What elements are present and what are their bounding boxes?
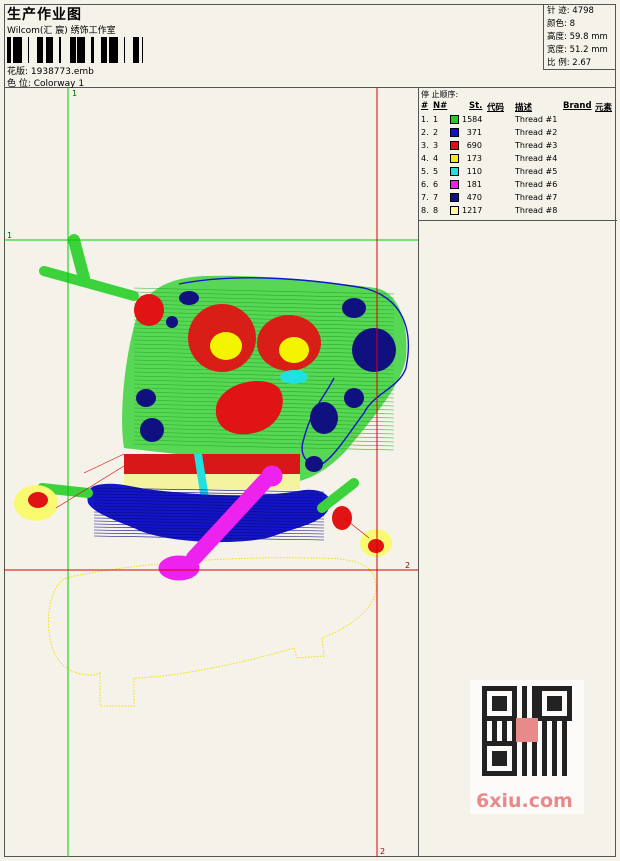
thread-stitches: 1584 xyxy=(462,115,483,124)
thread-stitches: 470 xyxy=(466,193,482,202)
thread-index: 6. xyxy=(421,180,429,189)
thread-row: 1. 1 1584 Thread #1 xyxy=(419,115,617,128)
thread-row: 4. 4 173 Thread #4 xyxy=(419,154,617,167)
thread-index: 2. xyxy=(421,128,429,137)
qr-watermark: 6xiu.com xyxy=(470,680,584,814)
thread-color-swatch xyxy=(450,128,459,137)
thread-color-swatch xyxy=(450,193,459,202)
thread-number: 3 xyxy=(433,141,439,150)
guide-marker-top: 1 xyxy=(72,89,77,98)
thread-number: 8 xyxy=(433,206,439,215)
thread-index: 4. xyxy=(421,154,429,163)
thread-description: Thread #8 xyxy=(515,206,558,215)
thread-description: Thread #6 xyxy=(515,180,558,189)
stat-height: 高度: 59.8 mm xyxy=(547,32,608,42)
col-header-number: N# xyxy=(433,101,448,111)
company-name: Wilcom(汇 宸) 绣饰工作室 xyxy=(7,26,116,36)
thread-stitches: 173 xyxy=(466,154,482,163)
stats-box: 针 迹: 4798 颜色: 8 高度: 59.8 mm 宽度: 51.2 mm … xyxy=(543,4,616,70)
thread-description: Thread #7 xyxy=(515,193,558,202)
thread-stitches: 371 xyxy=(466,128,482,137)
thread-index: 5. xyxy=(421,167,429,176)
thread-description: Thread #5 xyxy=(515,167,558,176)
guide-marker-left: 1 xyxy=(7,231,12,240)
thread-description: Thread #2 xyxy=(515,128,558,137)
thread-number: 2 xyxy=(433,128,439,137)
thread-number: 1 xyxy=(433,115,439,124)
thread-row: 3. 3 690 Thread #3 xyxy=(419,141,617,154)
barcode xyxy=(7,37,143,63)
col-header-element: 元素 xyxy=(595,103,613,113)
stop-sequence-title: 停 止顺序: xyxy=(421,90,459,99)
thread-table: 停 止顺序: # N# St. 代码 描述 Brand 元素 1. 1 1584 Th… xyxy=(419,88,617,221)
thread-number: 6 xyxy=(433,180,439,189)
thread-index: 8. xyxy=(421,206,429,215)
thread-description: Thread #1 xyxy=(515,115,558,124)
thread-description: Thread #3 xyxy=(515,141,558,150)
thread-description: Thread #4 xyxy=(515,154,558,163)
thread-row: 5. 5 110 Thread #5 xyxy=(419,167,617,180)
stat-stitches: 针 迹: 4798 xyxy=(547,6,594,16)
stat-scale: 比 例: 2.67 xyxy=(547,58,592,68)
thread-number: 5 xyxy=(433,167,439,176)
page-title: 生产作业图 xyxy=(7,7,82,23)
thread-stitches: 1217 xyxy=(462,206,483,215)
stat-width: 宽度: 51.2 mm xyxy=(547,45,608,55)
thread-stitches: 690 xyxy=(466,141,482,150)
thread-row: 7. 7 470 Thread #7 xyxy=(419,193,617,206)
guide-marker-right: 2 xyxy=(405,561,410,570)
header: 生产作业图 Wilcom(汇 宸) 绣饰工作室 花版: 1938773.emb … xyxy=(4,4,616,89)
design-outline-yellow xyxy=(48,557,377,707)
guide-marker-bottom: 2 xyxy=(380,847,385,856)
col-header-description: 描述 xyxy=(515,103,533,113)
thread-stitches: 181 xyxy=(466,180,482,189)
thread-row: 6. 6 181 Thread #6 xyxy=(419,180,617,193)
col-header-index: # xyxy=(421,101,429,111)
thread-row: 8. 8 1217 Thread #8 xyxy=(419,206,617,219)
col-header-stitches: St. xyxy=(469,101,483,111)
thread-color-swatch xyxy=(450,154,459,163)
thread-color-swatch xyxy=(450,180,459,189)
thread-index: 7. xyxy=(421,193,429,202)
thread-row: 2. 2 371 Thread #2 xyxy=(419,128,617,141)
thread-color-swatch xyxy=(450,167,459,176)
stat-colors: 颜色: 8 xyxy=(547,19,575,29)
watermark-text: 6xiu.com xyxy=(476,790,573,812)
col-header-brand: Brand xyxy=(563,101,592,111)
thread-index: 1. xyxy=(421,115,429,124)
thread-number: 4 xyxy=(433,154,439,163)
thread-color-swatch xyxy=(450,206,459,215)
embroidery-design-canvas: 1 1 2 2 xyxy=(4,88,418,857)
thread-number: 7 xyxy=(433,193,439,202)
thread-stitches: 110 xyxy=(466,167,482,176)
col-header-code: 代码 xyxy=(487,103,505,113)
thread-color-swatch xyxy=(450,141,459,150)
thread-index: 3. xyxy=(421,141,429,150)
thread-color-swatch xyxy=(450,115,459,124)
